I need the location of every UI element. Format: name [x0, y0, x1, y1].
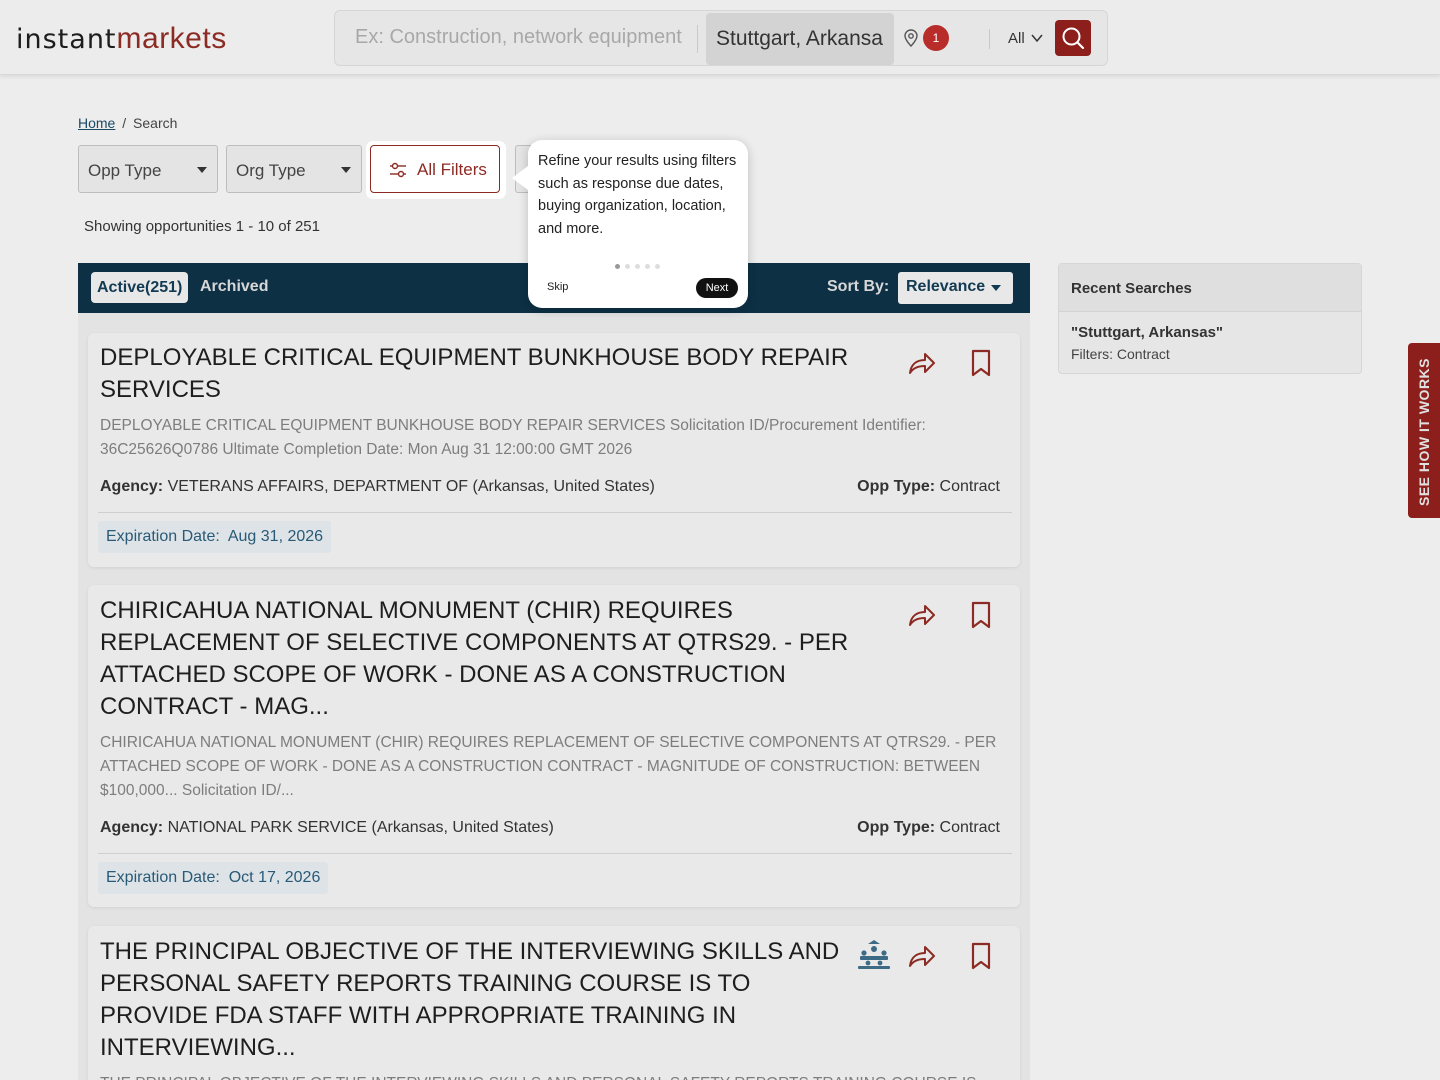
agency-label: Agency:	[100, 819, 164, 836]
site-logo[interactable]: instantmarkets	[16, 22, 227, 56]
result-meta: Agency: VETERANS AFFAIRS, DEPARTMENT OF …	[100, 478, 1000, 496]
expiration-label: Expiration Date:	[106, 869, 220, 886]
caret-down-icon	[197, 167, 207, 173]
opp-type-label: Opp Type:	[857, 819, 936, 836]
expiration-value: Aug 31, 2026	[227, 528, 324, 545]
tour-next-button[interactable]: Next	[696, 278, 738, 298]
search-bar: Ex: Construction, network equipment Stut…	[334, 10, 1108, 66]
breadcrumb: Home / Search	[78, 115, 177, 131]
result-description: CHIRICAHUA NATIONAL MONUMENT (CHIR) REQU…	[100, 734, 997, 799]
step-dot	[645, 264, 650, 269]
sort-value: Relevance	[906, 278, 986, 295]
sort-dropdown[interactable]: Relevance	[898, 272, 1013, 304]
opp-type-dropdown[interactable]: Opp Type	[78, 145, 218, 193]
result-title[interactable]: CHIRICAHUA NATIONAL MONUMENT (CHIR) REQU…	[100, 595, 860, 723]
sliders-icon	[390, 162, 406, 178]
location-input[interactable]: Stuttgart, Arkansa	[706, 13, 894, 65]
results-count: Showing opportunities 1 - 10 of 251	[84, 218, 320, 235]
org-type-label: Org Type	[236, 161, 306, 180]
all-filters-highlight: All Filters	[366, 141, 506, 199]
expiration-label: Expiration Date:	[106, 528, 220, 545]
bookmark-icon[interactable]	[966, 348, 996, 378]
opp-type-info: Opp Type: Contract	[857, 819, 1000, 837]
recent-searches-heading: Recent Searches	[1059, 264, 1361, 312]
result-card[interactable]: DEPLOYABLE CRITICAL EQUIPMENT BUNKHOUSE …	[88, 333, 1020, 567]
caret-down-icon	[341, 167, 351, 173]
opp-type-info: Opp Type: Contract	[857, 478, 1000, 496]
location-count-badge: 1	[923, 25, 949, 51]
breadcrumb-current: Search	[133, 115, 178, 131]
share-icon[interactable]	[906, 942, 936, 972]
recent-searches-panel: Recent Searches "Stuttgart, Arkansas" Fi…	[1058, 263, 1362, 374]
search-button[interactable]	[1055, 20, 1091, 56]
tour-tooltip: Refine your results using filters such a…	[512, 140, 748, 308]
result-title[interactable]: DEPLOYABLE CRITICAL EQUIPMENT BUNKHOUSE …	[100, 342, 860, 406]
logo-text-instant: instant	[16, 24, 117, 55]
step-dot	[635, 264, 640, 269]
all-filters-label: All Filters	[417, 160, 487, 179]
tab-archived[interactable]: Archived	[200, 278, 268, 296]
training-classroom-icon	[858, 940, 890, 969]
step-dot	[625, 264, 630, 269]
keyword-input[interactable]: Ex: Construction, network equipment	[355, 26, 682, 49]
result-description: THE PRINCIPAL OBJECTIVE OF THE INTERVIEW…	[100, 1072, 1000, 1080]
recent-search-query[interactable]: "Stuttgart, Arkansas"	[1071, 324, 1223, 341]
tab-active[interactable]: Active(251)	[91, 272, 189, 303]
expiration-badge: Expiration Date: Oct 17, 2026	[98, 862, 329, 894]
result-description: DEPLOYABLE CRITICAL EQUIPMENT BUNKHOUSE …	[100, 417, 926, 458]
share-icon[interactable]	[906, 601, 936, 631]
opp-type-label: Opp Type:	[857, 478, 936, 495]
tooltip-text: Refine your results using filters such a…	[538, 153, 737, 237]
see-how-it-works-label: SEE HOW IT WORKS	[1416, 358, 1432, 506]
result-title[interactable]: THE PRINCIPAL OBJECTIVE OF THE INTERVIEW…	[100, 936, 860, 1064]
scope-dropdown[interactable]: All	[1008, 30, 1043, 47]
tour-step-dots	[615, 256, 665, 274]
search-divider	[697, 25, 698, 53]
logo-text-markets: markets	[116, 22, 227, 55]
scope-divider	[989, 29, 990, 49]
card-divider	[98, 853, 1012, 854]
agency-value: VETERANS AFFAIRS, DEPARTMENT OF (Arkansa…	[167, 478, 655, 495]
org-type-dropdown[interactable]: Org Type	[226, 145, 362, 193]
recent-search-filters: Filters: Contract	[1071, 346, 1170, 362]
tour-skip-button[interactable]: Skip	[547, 281, 568, 293]
bookmark-icon[interactable]	[966, 600, 996, 630]
step-dot-active	[615, 264, 620, 269]
expiration-badge: Expiration Date: Aug 31, 2026	[98, 521, 332, 553]
scope-value: All	[1008, 30, 1025, 47]
result-card[interactable]: THE PRINCIPAL OBJECTIVE OF THE INTERVIEW…	[88, 926, 1020, 1080]
result-meta: Agency: NATIONAL PARK SERVICE (Arkansas,…	[100, 819, 1000, 837]
breadcrumb-home-link[interactable]: Home	[78, 115, 115, 131]
card-divider	[98, 512, 1012, 513]
breadcrumb-separator: /	[122, 115, 127, 131]
bookmark-icon[interactable]	[966, 941, 996, 971]
result-card[interactable]: CHIRICAHUA NATIONAL MONUMENT (CHIR) REQU…	[88, 585, 1020, 907]
chevron-down-icon	[1031, 34, 1043, 43]
results-panel: Active(251) Archived Sort By: Relevance …	[78, 263, 1030, 1080]
agency-label: Agency:	[100, 478, 164, 495]
opp-type-label: Opp Type	[88, 161, 162, 180]
step-dot	[655, 264, 660, 269]
site-header: instantmarkets Ex: Construction, network…	[0, 0, 1440, 75]
all-filters-button[interactable]: All Filters	[370, 145, 500, 193]
agency-value: NATIONAL PARK SERVICE (Arkansas, United …	[167, 819, 554, 836]
search-icon	[1062, 27, 1085, 50]
opp-type-value: Contract	[939, 478, 1000, 495]
opp-type-value: Contract	[939, 819, 1000, 836]
sort-label: Sort By:	[827, 278, 890, 295]
expiration-value: Oct 17, 2026	[228, 869, 321, 886]
caret-down-icon	[991, 285, 1001, 291]
share-icon[interactable]	[906, 349, 936, 379]
see-how-it-works-tab[interactable]: SEE HOW IT WORKS	[1408, 343, 1440, 518]
location-pin-icon[interactable]	[903, 29, 919, 47]
